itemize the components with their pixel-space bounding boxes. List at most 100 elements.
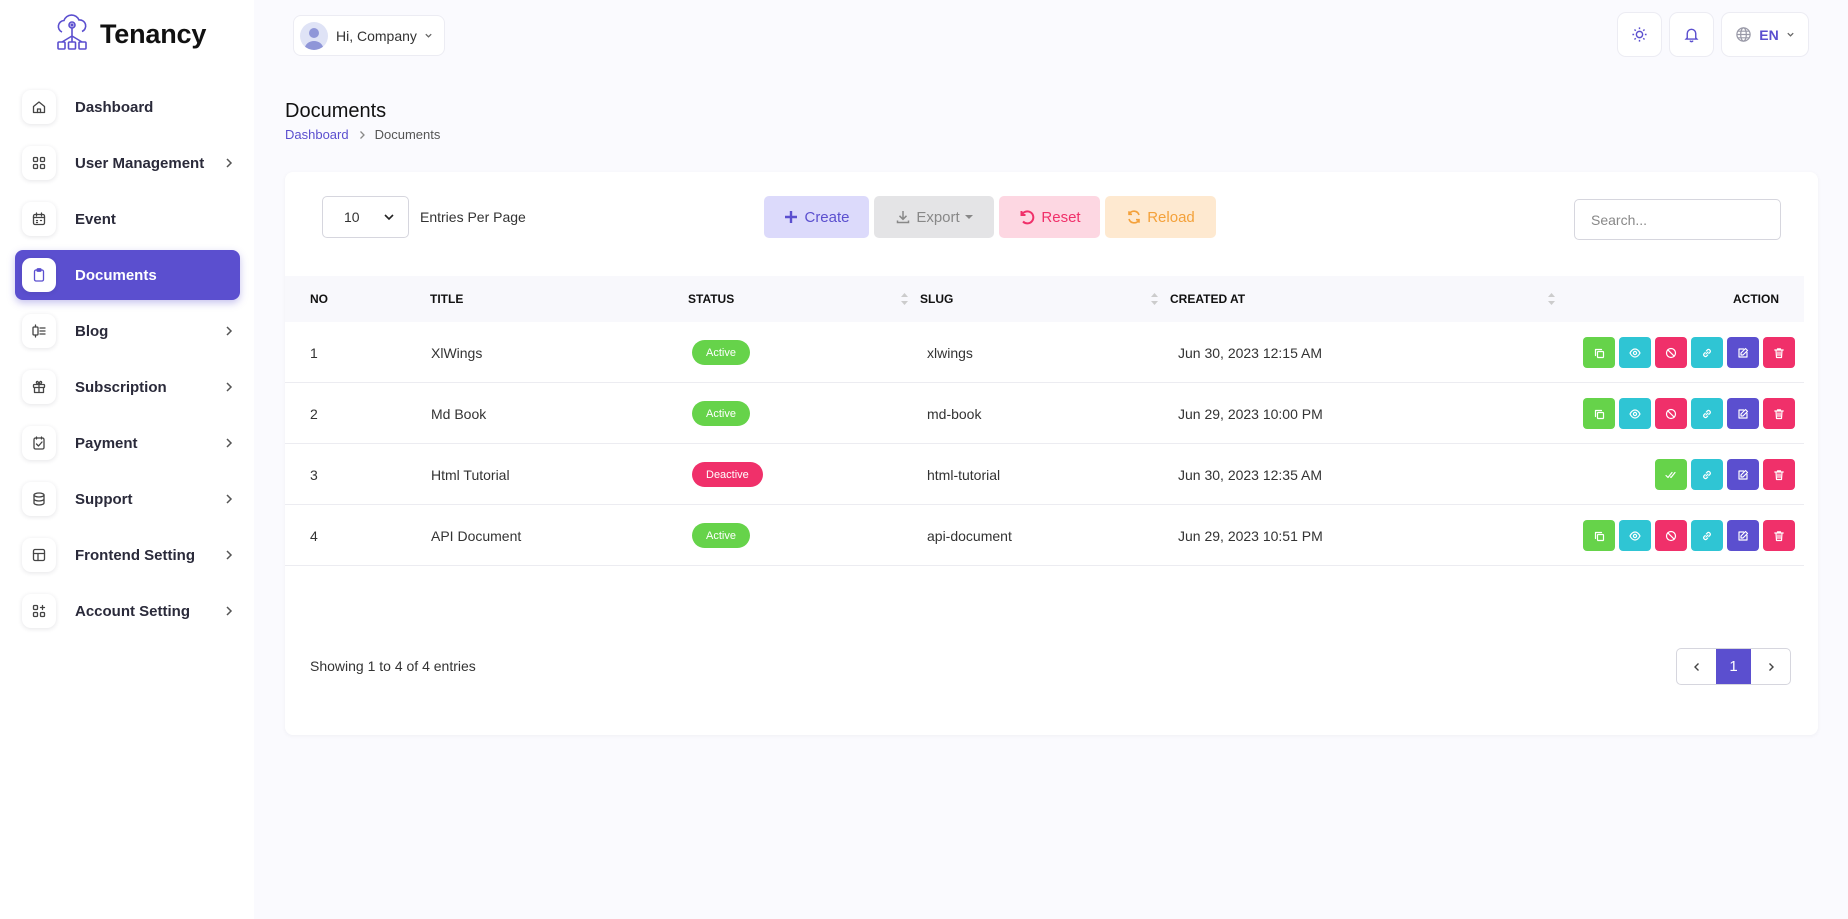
sidebar-item-subscription[interactable]: Subscription [15, 362, 240, 412]
chevron-down-icon [384, 214, 394, 221]
row-actions [1583, 398, 1795, 429]
cell-created-at: Jun 30, 2023 12:15 AM [1178, 344, 1322, 361]
breadcrumb-home-link[interactable]: Dashboard [285, 127, 349, 142]
sort-icon[interactable] [900, 290, 909, 308]
reset-button[interactable]: Reset [999, 196, 1100, 238]
column-header-title[interactable]: TITLE [430, 276, 463, 322]
sun-icon [1632, 27, 1647, 42]
cell-created-at: Jun 29, 2023 10:51 PM [1178, 527, 1323, 544]
table-row: 1 XlWings Active xlwings Jun 30, 2023 12:15 … [285, 322, 1804, 383]
sidebar-item-label: Support [75, 490, 133, 508]
edit-button[interactable] [1727, 337, 1759, 368]
entries-per-page: 10 Entries Per Page [322, 196, 526, 238]
sidebar-item-label: Documents [75, 266, 157, 284]
cell-created-at: Jun 29, 2023 10:00 PM [1178, 405, 1323, 422]
breadcrumb-current: Documents [374, 127, 441, 142]
cell-title: XlWings [431, 344, 483, 361]
copy-icon [1594, 409, 1605, 419]
column-header-created-at[interactable]: CREATED AT [1170, 276, 1245, 322]
export-button[interactable]: Export [874, 196, 994, 238]
copy-button[interactable] [1583, 520, 1615, 551]
copy-button[interactable] [1583, 337, 1615, 368]
edit-button[interactable] [1727, 520, 1759, 551]
edit-button[interactable] [1727, 398, 1759, 429]
link-button[interactable] [1691, 459, 1723, 490]
prev-page-button[interactable] [1677, 649, 1716, 684]
chevron-right-icon [226, 550, 233, 560]
language-selector[interactable]: EN [1721, 12, 1809, 57]
search-input[interactable] [1574, 199, 1781, 240]
delete-button[interactable] [1763, 337, 1795, 368]
sort-icon[interactable] [1547, 290, 1556, 308]
trash-icon [1774, 408, 1784, 419]
sidebar-item-label: Dashboard [75, 98, 154, 116]
disable-button[interactable] [1655, 520, 1687, 551]
status-badge: Deactive [692, 462, 763, 487]
page-button[interactable]: 1 [1716, 649, 1751, 684]
entries-label: Entries Per Page [420, 209, 526, 225]
bell-icon [1684, 28, 1699, 43]
copy-button[interactable] [1583, 398, 1615, 429]
sidebar-item-frontend-setting[interactable]: Frontend Setting [15, 530, 240, 580]
entries-select[interactable]: 10 [322, 196, 409, 238]
sidebar-item-account-setting[interactable]: Account Setting [15, 586, 240, 636]
create-label: Create [804, 208, 850, 226]
sidebar-item-blog[interactable]: Blog [15, 306, 240, 356]
link-button[interactable] [1691, 398, 1723, 429]
chevron-right-icon [226, 326, 233, 336]
link-button[interactable] [1691, 337, 1723, 368]
create-button[interactable]: Create [764, 196, 869, 238]
delete-button[interactable] [1763, 398, 1795, 429]
sort-icon[interactable] [1150, 290, 1159, 308]
breadcrumb: Dashboard Documents [285, 127, 440, 142]
cell-slug: xlwings [927, 344, 973, 361]
ban-icon [1665, 530, 1677, 541]
view-button[interactable] [1619, 520, 1651, 551]
sidebar-item-documents[interactable]: Documents [15, 250, 240, 300]
pagination-info: Showing 1 to 4 of 4 entries [310, 658, 476, 674]
delete-button[interactable] [1763, 459, 1795, 490]
chevron-right-icon [359, 130, 365, 139]
activate-button[interactable] [1655, 459, 1687, 490]
sidebar-item-event[interactable]: Event [15, 194, 240, 244]
disable-button[interactable] [1655, 337, 1687, 368]
status-badge: Active [692, 401, 750, 426]
column-header-no[interactable]: NO [310, 276, 328, 322]
view-button[interactable] [1619, 337, 1651, 368]
undo-icon [1020, 210, 1035, 225]
sidebar-item-dashboard[interactable]: Dashboard [15, 82, 240, 132]
notifications-button[interactable] [1669, 12, 1714, 57]
payment-icon [22, 426, 56, 460]
trash-icon [1774, 530, 1784, 541]
sidebar-item-label: User Management [75, 154, 205, 172]
column-header-status[interactable]: STATUS [688, 276, 734, 322]
download-icon [897, 211, 910, 224]
table-body: 1 XlWings Active xlwings Jun 30, 2023 12:15 … [285, 322, 1804, 566]
sidebar-item-user-management[interactable]: User Management [15, 138, 240, 188]
sidebar-item-label: Blog [75, 322, 109, 340]
next-page-button[interactable] [1751, 649, 1790, 684]
entries-value: 10 [344, 209, 360, 225]
cloud-network-icon [57, 14, 87, 50]
reload-button[interactable]: Reload [1105, 196, 1216, 238]
chevron-right-icon [226, 382, 233, 392]
cell-slug: html-tutorial [927, 466, 1001, 483]
sidebar-item-label: Event [75, 210, 116, 228]
sidebar-item-label: Subscription [75, 378, 167, 396]
table-header: NO TITLE STATUS SLUG CREATED AT ACTION [285, 276, 1804, 322]
trash-icon [1774, 469, 1784, 480]
column-header-slug[interactable]: SLUG [920, 276, 953, 322]
user-menu-button[interactable]: Hi, Company [293, 15, 445, 56]
sidebar-item-payment[interactable]: Payment [15, 418, 240, 468]
view-button[interactable] [1619, 398, 1651, 429]
status-badge: Active [692, 523, 750, 548]
theme-toggle-button[interactable] [1617, 12, 1662, 57]
edit-button[interactable] [1727, 459, 1759, 490]
brand-logo[interactable]: Tenancy [50, 12, 206, 56]
link-button[interactable] [1691, 520, 1723, 551]
eye-icon [1629, 408, 1641, 419]
delete-button[interactable] [1763, 520, 1795, 551]
database-icon [22, 482, 56, 516]
disable-button[interactable] [1655, 398, 1687, 429]
sidebar-item-support[interactable]: Support [15, 474, 240, 524]
